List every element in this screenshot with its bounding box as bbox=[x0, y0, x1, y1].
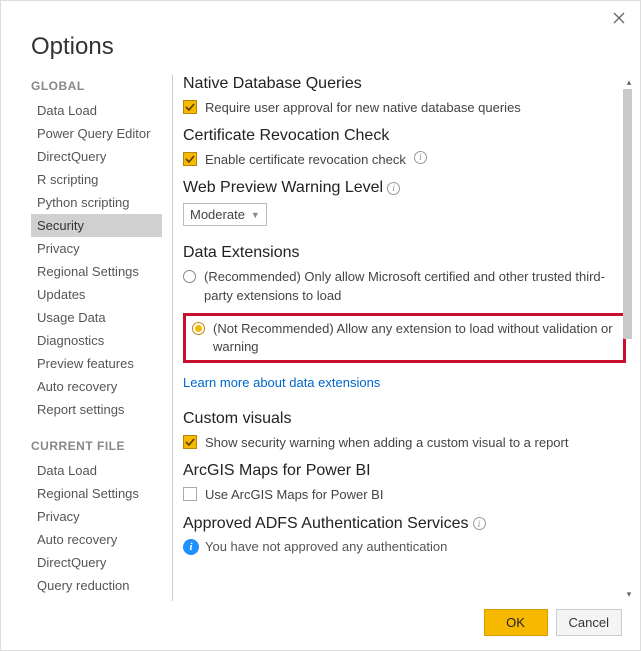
sidebar-item-updates[interactable]: Updates bbox=[31, 283, 162, 306]
sidebar-item-auto-recovery[interactable]: Auto recovery bbox=[31, 375, 162, 398]
radio-not-recommended[interactable] bbox=[192, 322, 205, 335]
check-icon bbox=[185, 437, 195, 447]
scroll-up-button[interactable]: ▴ bbox=[622, 75, 632, 89]
select-value: Moderate bbox=[190, 207, 245, 222]
radio-label: (Recommended) Only allow Microsoft certi… bbox=[204, 268, 626, 304]
ok-button[interactable]: OK bbox=[484, 609, 548, 636]
sidebar-header-global: GLOBAL bbox=[31, 79, 162, 93]
check-icon bbox=[185, 154, 195, 164]
options-dialog: Options GLOBAL Data LoadPower Query Edit… bbox=[0, 0, 641, 651]
section-arcgis: ArcGIS Maps for Power BI bbox=[183, 462, 626, 480]
sidebar-item-directquery[interactable]: DirectQuery bbox=[31, 145, 162, 168]
sidebar-header-current-file: CURRENT FILE bbox=[31, 439, 162, 453]
sidebar-item-regional-settings[interactable]: Regional Settings bbox=[31, 482, 162, 505]
scroll-track[interactable] bbox=[622, 89, 632, 587]
sidebar-item-data-load[interactable]: Data Load bbox=[31, 99, 162, 122]
vertical-divider bbox=[172, 75, 173, 601]
sidebar-item-usage-data[interactable]: Usage Data bbox=[31, 306, 162, 329]
sidebar-item-power-query-editor[interactable]: Power Query Editor bbox=[31, 122, 162, 145]
info-icon[interactable]: i bbox=[387, 182, 400, 195]
info-icon: i bbox=[183, 539, 199, 555]
section-web-preview: Web Preview Warning Level i bbox=[183, 179, 626, 197]
sidebar-item-directquery[interactable]: DirectQuery bbox=[31, 551, 162, 574]
chevron-down-icon: ▼ bbox=[251, 210, 260, 220]
sidebar: GLOBAL Data LoadPower Query EditorDirect… bbox=[31, 75, 166, 601]
checkbox-arcgis[interactable] bbox=[183, 487, 197, 501]
sidebar-item-security[interactable]: Security bbox=[31, 214, 162, 237]
close-icon bbox=[613, 12, 625, 24]
scroll-thumb[interactable] bbox=[623, 89, 632, 339]
checkbox-label: Show security warning when adding a cust… bbox=[205, 434, 568, 452]
scrollbar[interactable]: ▴ ▾ bbox=[622, 75, 632, 601]
cancel-button[interactable]: Cancel bbox=[556, 609, 622, 636]
web-preview-select[interactable]: Moderate ▼ bbox=[183, 203, 267, 226]
content-pane: Native Database Queries Require user app… bbox=[183, 75, 632, 601]
sidebar-item-regional-settings[interactable]: Regional Settings bbox=[31, 260, 162, 283]
sidebar-item-privacy[interactable]: Privacy bbox=[31, 505, 162, 528]
checkbox-label: Use ArcGIS Maps for Power BI bbox=[205, 486, 383, 504]
close-button[interactable] bbox=[608, 7, 630, 29]
checkbox-custom-visuals[interactable] bbox=[183, 435, 197, 449]
section-custom-visuals: Custom visuals bbox=[183, 410, 626, 428]
sidebar-item-diagnostics[interactable]: Diagnostics bbox=[31, 329, 162, 352]
adfs-info-text: You have not approved any authentication bbox=[205, 539, 447, 554]
radio-label: (Not Recommended) Allow any extension to… bbox=[213, 320, 617, 356]
checkbox-label: Enable certificate revocation check bbox=[205, 151, 406, 169]
checkbox-cert-revocation[interactable] bbox=[183, 152, 197, 166]
section-data-extensions: Data Extensions bbox=[183, 244, 626, 262]
sidebar-item-r-scripting[interactable]: R scripting bbox=[31, 168, 162, 191]
sidebar-item-preview-features[interactable]: Preview features bbox=[31, 352, 162, 375]
link-learn-more-extensions[interactable]: Learn more about data extensions bbox=[183, 375, 380, 390]
checkbox-label: Require user approval for new native dat… bbox=[205, 99, 521, 117]
sidebar-item-report-settings[interactable]: Report settings bbox=[31, 398, 162, 421]
info-icon[interactable]: i bbox=[414, 151, 427, 164]
section-cert-revocation: Certificate Revocation Check bbox=[183, 127, 626, 145]
sidebar-item-auto-recovery[interactable]: Auto recovery bbox=[31, 528, 162, 551]
sidebar-item-query-reduction[interactable]: Query reduction bbox=[31, 574, 162, 597]
sidebar-item-privacy[interactable]: Privacy bbox=[31, 237, 162, 260]
section-adfs: Approved ADFS Authentication Services i bbox=[183, 515, 626, 533]
checkbox-require-approval[interactable] bbox=[183, 100, 197, 114]
radio-recommended[interactable] bbox=[183, 270, 196, 283]
sidebar-item-python-scripting[interactable]: Python scripting bbox=[31, 191, 162, 214]
scroll-down-button[interactable]: ▾ bbox=[622, 587, 632, 601]
check-icon bbox=[185, 102, 195, 112]
section-native-db-queries: Native Database Queries bbox=[183, 75, 626, 93]
sidebar-item-data-load[interactable]: Data Load bbox=[31, 459, 162, 482]
info-icon[interactable]: i bbox=[473, 517, 486, 530]
highlight-box: (Not Recommended) Allow any extension to… bbox=[183, 313, 626, 363]
dialog-title: Options bbox=[1, 29, 640, 75]
